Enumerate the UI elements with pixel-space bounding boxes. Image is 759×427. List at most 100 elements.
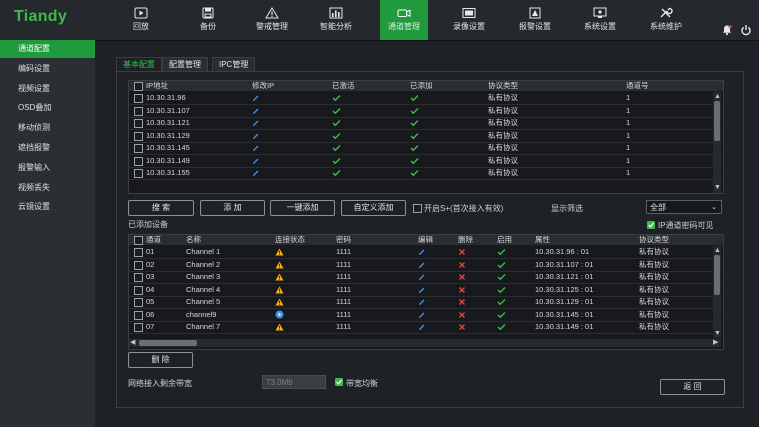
row-checkbox[interactable] [134,285,143,295]
scroll-left-icon[interactable]: ◀ [130,339,135,346]
table-row[interactable]: 10.30.31.121 私有协议 1 [129,117,723,130]
scrollbar-thumb[interactable] [139,340,197,346]
search-button[interactable]: 搜 索 [128,200,194,216]
table-row[interactable]: 03 Channel 3 1111 10.30.31.121 : 01 私有协议 [129,271,723,284]
delete-icon[interactable] [458,261,466,272]
enabled-check-icon[interactable] [497,273,506,284]
edit-ip-icon[interactable] [252,144,260,155]
row-checkbox[interactable] [134,248,143,257]
enabled-check-icon[interactable] [497,248,506,259]
table-row[interactable]: 10.30.31.145 私有协议 1 [129,142,723,155]
row-checkbox[interactable] [134,260,143,270]
edit-ip-icon[interactable] [252,94,260,105]
table-row[interactable]: 02 Channel 2 1111 10.30.31.107 : 01 私有协议 [129,259,723,272]
select-all-checkbox[interactable] [134,82,143,91]
edit-icon[interactable] [418,248,426,259]
edit-icon[interactable] [418,298,426,309]
table-row[interactable]: 10.30.31.129 私有协议 1 [129,130,723,143]
scroll-down-icon[interactable]: ▼ [714,184,721,191]
bell-icon[interactable] [721,24,733,36]
delete-icon[interactable] [458,311,466,322]
delete-icon[interactable] [458,286,466,297]
nav-item-2[interactable]: 警戒管理 [248,0,296,40]
nav-item-0[interactable]: 回放 [117,0,165,40]
edit-icon[interactable] [418,286,426,297]
sidebar-item-2[interactable]: 视频设置 [0,80,95,98]
sidebar-item-0[interactable]: 通道配置 [0,40,95,58]
power-icon[interactable] [740,24,752,36]
back-button[interactable]: 返 回 [660,379,725,395]
scrollbar-thumb[interactable] [714,101,720,141]
table-row[interactable]: 07 Channel 7 1111 10.30.31.149 : 01 私有协议 [129,321,723,334]
scrollbar-thumb[interactable] [714,255,720,295]
sidebar-item-8[interactable]: 云镜设置 [0,198,95,216]
row-checkbox[interactable] [134,94,143,103]
ip-password-visible-checkbox[interactable] [647,221,655,229]
table-row[interactable]: 01 Channel 1 1111 10.30.31.96 : 01 私有协议 [129,246,723,259]
edit-icon[interactable] [418,323,426,334]
edit-ip-icon[interactable] [252,157,260,168]
edit-ip-icon[interactable] [252,132,260,143]
nav-item-5[interactable]: 录像设置 [445,0,493,40]
table-row[interactable]: 10.30.31.96 私有协议 1 [129,92,723,105]
scroll-up-icon[interactable]: ▲ [714,247,721,254]
table-row[interactable]: 04 Channel 4 1111 10.30.31.125 : 01 私有协议 [129,284,723,297]
table-row[interactable]: 10.30.31.149 私有协议 1 [129,155,723,168]
row-checkbox[interactable] [134,106,143,116]
enabled-check-icon[interactable] [497,261,506,272]
delete-icon[interactable] [458,323,466,334]
sidebar-item-6[interactable]: 报警输入 [0,159,95,177]
row-checkbox[interactable] [134,169,143,178]
select-all-checkbox[interactable] [134,236,143,245]
row-checkbox[interactable] [134,273,143,282]
vertical-scrollbar[interactable]: ▲ ▼ [713,246,721,338]
row-checkbox[interactable] [134,323,143,332]
enable-s-plus-checkbox[interactable] [413,204,422,213]
vertical-scrollbar[interactable]: ▲ ▼ [713,92,721,193]
nav-item-6[interactable]: 报警设置 [511,0,559,40]
nav-item-3[interactable]: 智能分析 [312,0,360,40]
sidebar-item-3[interactable]: OSD叠加 [0,99,95,117]
table-row[interactable]: 05 Channel 5 1111 10.30.31.129 : 01 私有协议 [129,296,723,309]
bandwidth-balance-checkbox[interactable] [335,378,343,386]
horizontal-scrollbar[interactable]: ◀ ▶ [129,339,721,347]
scroll-up-icon[interactable]: ▲ [714,93,721,100]
edit-icon[interactable] [418,273,426,284]
nav-item-1[interactable]: 备份 [184,0,232,40]
nav-item-8[interactable]: 系统维护 [642,0,690,40]
one-click-add-button[interactable]: 一键添加 [270,200,335,216]
custom-add-button[interactable]: 自定义添加 [341,200,406,216]
scroll-right-icon[interactable]: ▶ [713,339,718,346]
row-checkbox[interactable] [134,119,143,128]
sidebar-item-1[interactable]: 编码设置 [0,60,95,78]
edit-ip-icon[interactable] [252,119,260,130]
enabled-check-icon[interactable] [497,323,506,334]
delete-icon[interactable] [458,298,466,309]
enabled-check-icon[interactable] [497,311,506,322]
table-row[interactable]: 06 channel9 1111 10.30.31.145 : 01 私有协议 [129,309,723,322]
nav-item-4[interactable]: 通道管理 [380,0,428,40]
row-checkbox[interactable] [134,156,143,166]
scroll-down-icon[interactable]: ▼ [714,330,721,337]
table-row[interactable]: 10.30.31.107 私有协议 1 [129,105,723,118]
row-checkbox[interactable] [134,298,143,307]
nav-item-7[interactable]: 系统设置 [576,0,624,40]
sidebar-item-5[interactable]: 遮挡报警 [0,139,95,157]
table-row[interactable]: 10.30.31.155 私有协议 1 [129,167,723,180]
sidebar-item-4[interactable]: 移动侦测 [0,119,95,137]
sidebar-item-7[interactable]: 视频丢失 [0,179,95,197]
row-checkbox[interactable] [134,144,143,153]
delete-button[interactable]: 删 除 [128,352,193,368]
edit-icon[interactable] [418,311,426,322]
edit-icon[interactable] [418,261,426,272]
row-checkbox[interactable] [134,310,143,320]
add-button[interactable]: 添 加 [200,200,265,216]
enabled-check-icon[interactable] [497,286,506,297]
edit-ip-icon[interactable] [252,169,260,180]
enabled-check-icon[interactable] [497,298,506,309]
row-checkbox[interactable] [134,131,143,141]
delete-icon[interactable] [458,248,466,259]
edit-ip-icon[interactable] [252,107,260,118]
delete-icon[interactable] [458,273,466,284]
display-filter-select[interactable]: 全部 ⌄ [646,200,722,214]
